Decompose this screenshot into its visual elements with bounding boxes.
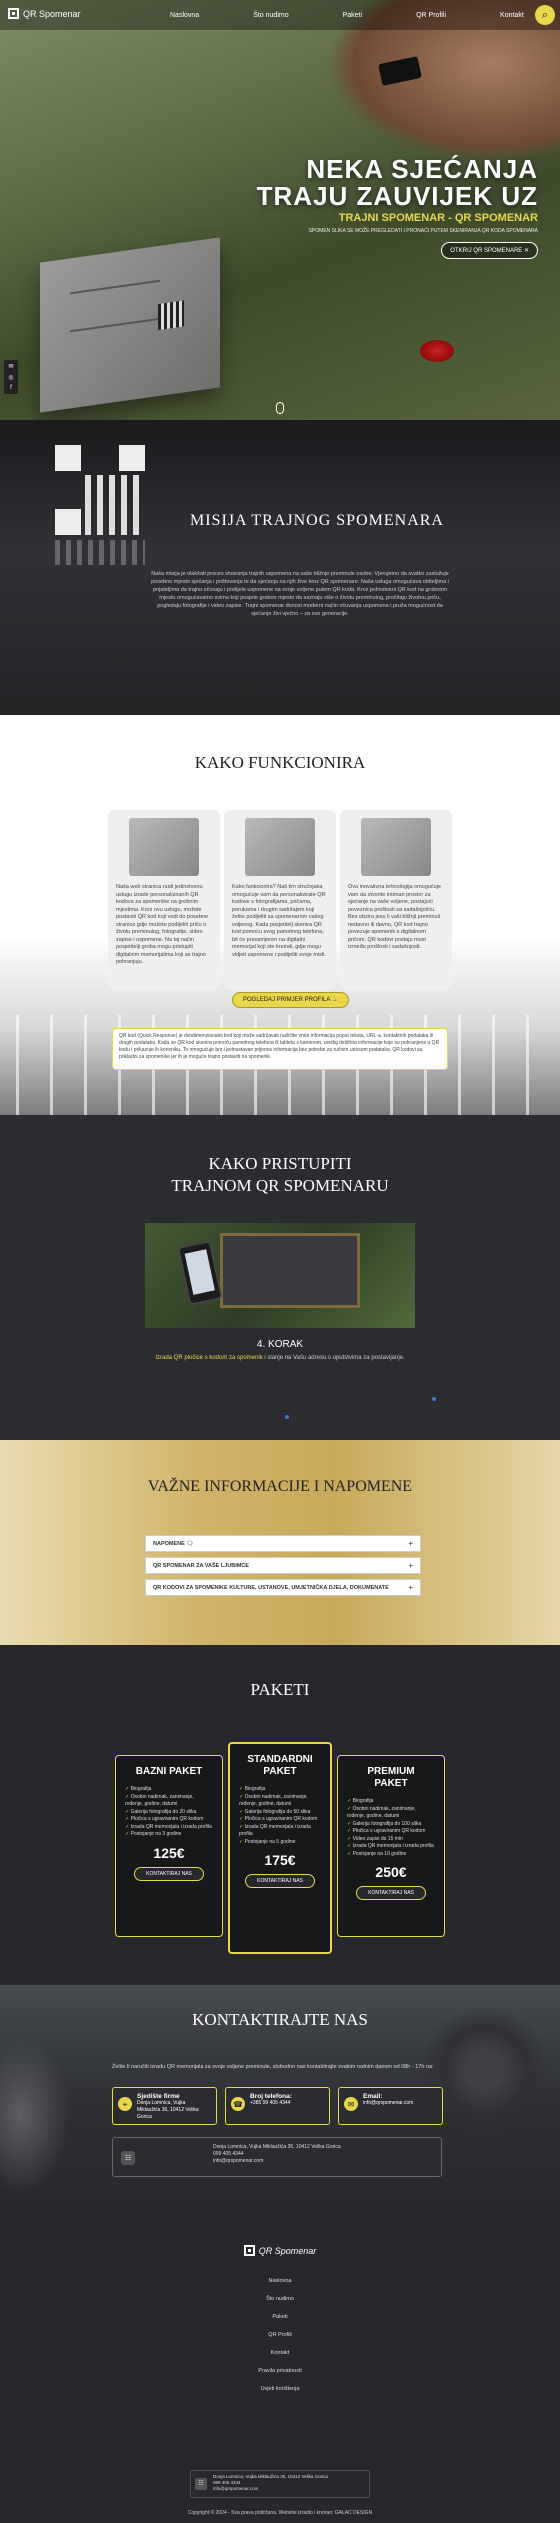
step-image: [145, 1223, 415, 1328]
rose-image: [420, 340, 454, 362]
gravestone-qr-image: [129, 818, 199, 876]
search-icon: ⌕: [541, 8, 549, 21]
accordion-item[interactable]: NAPOMENE 🗨 +: [145, 1535, 421, 1552]
email-icon: ✉: [344, 2097, 358, 2111]
gravestone-image: [40, 237, 220, 413]
slider-dot[interactable]: [285, 1415, 289, 1419]
accordion-item[interactable]: QR KODOVI ZA SPOMENIKE KULTURE, USTANOVE…: [145, 1579, 421, 1596]
nav-link-qr-profili[interactable]: QR Profili: [416, 12, 446, 19]
info-card: Naša web stranica nudi jedinstvenu uslug…: [108, 810, 220, 990]
nav-link-naslovna[interactable]: Naslovna: [170, 12, 199, 19]
package-card-standard: STANDARDNIPAKET BiografijaOsobni nadimak…: [228, 1742, 332, 1954]
footer-logo[interactable]: QR Spomenar: [0, 2245, 560, 2256]
how-it-works-title: KAKO FUNKCIONIRA: [194, 753, 366, 772]
how-it-works-section: KAKO FUNKCIONIRA Naša web stranica nudi …: [0, 715, 560, 1115]
main-menu: Naslovna Što nudimo Paketi QR Profili Ko…: [170, 0, 524, 30]
footer-links: Naslovna Što nudimo Paketi QR Profili Ko…: [0, 2278, 560, 2404]
hero-subtitle: TRAJNI SPOMENAR - QR SPOMENAR: [338, 212, 538, 224]
contact-section: KONTAKTIRAJTE NAS Želite li naručiti izr…: [0, 1985, 560, 2220]
plus-icon: +: [408, 1561, 413, 1570]
packages-title: PAKETI: [250, 1680, 310, 1699]
qr-logo-icon: [8, 8, 19, 19]
feature-list: BiografijaOsobni nadimak, zanimanje, rođ…: [125, 1786, 213, 1839]
footer-address-card: ☷ Donja Lomnica, Vujka Miklaužića 36, 104…: [190, 2470, 370, 2498]
id-card-icon: ☷: [195, 2478, 207, 2490]
qr-info-note: QR kod (Quick Response) je dvodimenziona…: [112, 1028, 448, 1070]
search-button[interactable]: ⌕: [535, 5, 555, 25]
contact-intro: Želite li naručiti izradu QR memorijala …: [112, 2064, 434, 2070]
step-description: Izrada QR pločice s kodom za spomenik i …: [155, 1355, 405, 1361]
feature-list: BiografijaOsobni nadimak, zanimanje, rođ…: [239, 1786, 321, 1846]
facebook-icon[interactable]: f: [10, 385, 12, 391]
qr-code-image: [55, 445, 145, 535]
footer-link-naslovna[interactable]: Naslovna: [0, 2278, 560, 2296]
hero-small-text: SPOMEN SLIKA SE MOŽE PREGLEDATI I PRONAĆ…: [308, 228, 538, 234]
access-title: KAKO PRISTUPITI TRAJNOM QR SPOMENARU: [171, 1154, 389, 1195]
note-icon: 🗨: [186, 1540, 194, 1547]
scroll-indicator[interactable]: [276, 402, 284, 414]
footer-link-paketi[interactable]: Paketi: [0, 2314, 560, 2332]
mission-text: Naša misija je olakšati proces stvaranja…: [151, 571, 449, 617]
phone-scan-image: [245, 818, 315, 876]
feature-list: BiografijaOsobni nadimak, zanimanje, rođ…: [347, 1798, 435, 1858]
accordion-item[interactable]: QR SPOMENAR ZA VAŠE LJUBIMCE +: [145, 1557, 421, 1574]
contact-box-phone[interactable]: ☎ Broj telefona: +385 99 405 4344: [225, 2087, 330, 2125]
mission-title: MISIJA TRAJNOG SPOMENARA: [190, 512, 444, 529]
package-price: 175€: [264, 1852, 296, 1868]
contact-button[interactable]: KONTAKTIRAJ NAS: [245, 1874, 315, 1888]
hero-section: QR Spomenar Naslovna Što nudimo Paketi Q…: [0, 0, 560, 420]
slider-dot[interactable]: [432, 1397, 436, 1401]
package-price: 125€: [153, 1844, 185, 1861]
map-icon: ⌖: [118, 2097, 132, 2111]
qr-reflection-image: [55, 540, 145, 565]
contact-box-email[interactable]: ✉ Email: info@qrspomenar.com: [338, 2087, 443, 2125]
nav-link-sto-nudimo[interactable]: Što nudimo: [253, 12, 288, 19]
phone-image: [177, 1240, 223, 1306]
contact-button[interactable]: KONTAKTIRAJ NAS: [134, 1866, 204, 1881]
arrow-right-icon: →: [331, 997, 338, 1003]
nav-link-paketi[interactable]: Paketi: [343, 12, 362, 19]
qr-logo-icon: [243, 2245, 255, 2256]
qr-plate-image: [158, 300, 184, 331]
package-price: 250€: [375, 1864, 407, 1880]
package-card-premium: PREMIUMPAKET BiografijaOsobni nadimak, z…: [337, 1755, 445, 1937]
contact-title: KONTAKTIRAJTE NAS: [192, 2010, 368, 2029]
email-icon[interactable]: ✉: [8, 363, 13, 370]
handset-image: [0, 2035, 70, 2195]
plus-icon: +: [408, 1583, 413, 1592]
instagram-icon[interactable]: ◎: [8, 374, 13, 381]
plus-icon: +: [408, 1539, 413, 1548]
important-info-section: VAŽNE INFORMACIJE I NAPOMENE NAPOMENE 🗨 +…: [0, 1440, 560, 1645]
family-image: [361, 818, 431, 876]
id-card-icon: ☷: [121, 2151, 135, 2165]
important-info-title: VAŽNE INFORMACIJE I NAPOMENE: [147, 1478, 413, 1495]
hero-title: NEKA SJEĆANJA TRAJU ZAUVIJEK UZ: [256, 154, 538, 211]
mission-section: MISIJA TRAJNOG SPOMENARA Naša misija je …: [0, 420, 560, 715]
hero-cta-button[interactable]: OTKRIJ QR SPOMENARE ✕: [441, 242, 538, 259]
x-icon: ✕: [523, 248, 529, 254]
footer-link-terms[interactable]: Uvjeti korištenja: [0, 2386, 560, 2404]
phone-icon: ☎: [231, 2097, 245, 2111]
footer-link-kontakt[interactable]: Kontakt: [0, 2350, 560, 2368]
address-card: ☷ Donja Lomnica, Vujka Miklaužića 36, 104…: [112, 2137, 442, 2177]
info-card: Ova inovativna tehnologija omogućuje vam…: [340, 810, 452, 990]
footer-link-privacy[interactable]: Pravila privatnosti: [0, 2368, 560, 2386]
view-example-profile-button[interactable]: POGLEDAJ PRIMJER PROFILA →: [232, 992, 349, 1008]
footer-link-qr-profili[interactable]: QR Profili: [0, 2332, 560, 2350]
step-title: 4. KORAK: [256, 1339, 304, 1350]
site-logo[interactable]: QR Spomenar: [8, 8, 81, 19]
top-navbar: QR Spomenar Naslovna Što nudimo Paketi Q…: [0, 0, 560, 30]
access-section: KAKO PRISTUPITI TRAJNOM QR SPOMENARU 4. K…: [0, 1115, 560, 1440]
packages-section: PAKETI BAZNI PAKET BiografijaOsobni nadi…: [0, 1645, 560, 1985]
copyright: Copyright © 2024 - Sva prava pridržana. …: [187, 2510, 373, 2516]
footer: QR Spomenar Naslovna Što nudimo Paketi Q…: [0, 2220, 560, 2523]
social-bar: ✉ ◎ f: [4, 360, 18, 394]
footer-link-sto-nudimo[interactable]: Što nudimo: [0, 2296, 560, 2314]
nav-link-kontakt[interactable]: Kontakt: [500, 12, 524, 19]
package-card-basic: BAZNI PAKET BiografijaOsobni nadimak, za…: [115, 1755, 223, 1937]
info-card: Kako funkcionira? Naš tim stručnjaka omo…: [224, 810, 336, 990]
memorial-plaque-image: [220, 1233, 360, 1308]
contact-button[interactable]: KONTAKTIRAJ NAS: [356, 1886, 426, 1900]
contact-box-address: ⌖ Sjedište firme Donja Lomnica, Vujka Mikla…: [112, 2087, 217, 2125]
